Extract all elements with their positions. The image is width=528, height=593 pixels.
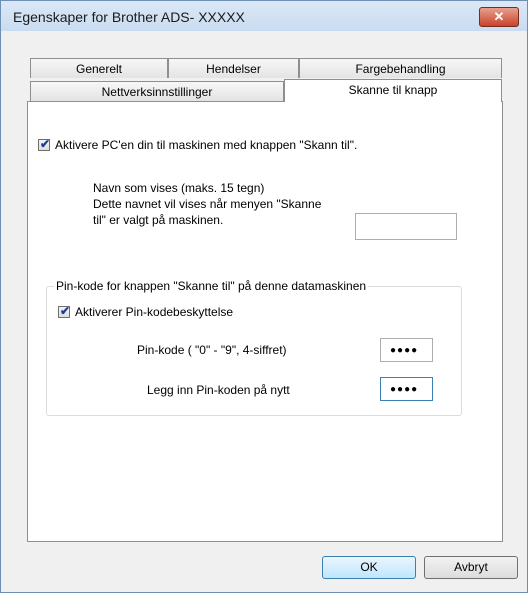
window-title: Egenskaper for Brother ADS- XXXXX [13, 9, 245, 25]
tab-skanne-til-knapp[interactable]: Skanne til knapp [284, 79, 502, 102]
display-name-label-1: Navn som vises (maks. 15 tegn) [93, 181, 265, 195]
display-name-label-2: Dette navnet vil vises når menyen "Skann… [93, 197, 322, 211]
ok-button[interactable]: OK [322, 556, 416, 579]
tab-fargebehandling[interactable]: Fargebehandling [299, 58, 502, 78]
pin-input[interactable]: ●●●● [380, 338, 433, 362]
tab-generelt[interactable]: Generelt [30, 58, 168, 78]
properties-dialog: Egenskaper for Brother ADS- XXXXX ✕ Gene… [0, 0, 528, 593]
tab-hendelser[interactable]: Hendelser [168, 58, 299, 78]
pin-confirm-input[interactable]: ●●●● [380, 377, 433, 401]
pin-group-title: Pin-kode for knappen "Skanne til" på den… [54, 279, 369, 294]
title-bar: Egenskaper for Brother ADS- XXXXX ✕ [1, 1, 527, 31]
enable-pc-label: Aktivere PC'en din til maskinen med knap… [55, 138, 358, 152]
display-name-input[interactable] [355, 213, 457, 240]
tab-nettverksinnstillinger[interactable]: Nettverksinnstillinger [30, 81, 284, 101]
pin-protect-checkbox[interactable]: ✔ [58, 304, 71, 318]
pin-label: Pin-kode ( "0" - "9", 4-siffret) [137, 343, 287, 357]
checkmark-icon: ✔ [60, 304, 71, 318]
pin-protect-label: Aktiverer Pin-kodebeskyttelse [75, 305, 234, 319]
pin-confirm-label: Legg inn Pin-koden på nytt [147, 383, 290, 397]
cancel-button[interactable]: Avbryt [424, 556, 518, 579]
close-icon: ✕ [493, 9, 505, 24]
close-button[interactable]: ✕ [479, 7, 519, 27]
enable-pc-checkbox[interactable]: ✔ [38, 137, 51, 151]
display-name-label-3: til" er valgt på maskinen. [93, 213, 224, 227]
checkmark-icon: ✔ [40, 137, 51, 151]
